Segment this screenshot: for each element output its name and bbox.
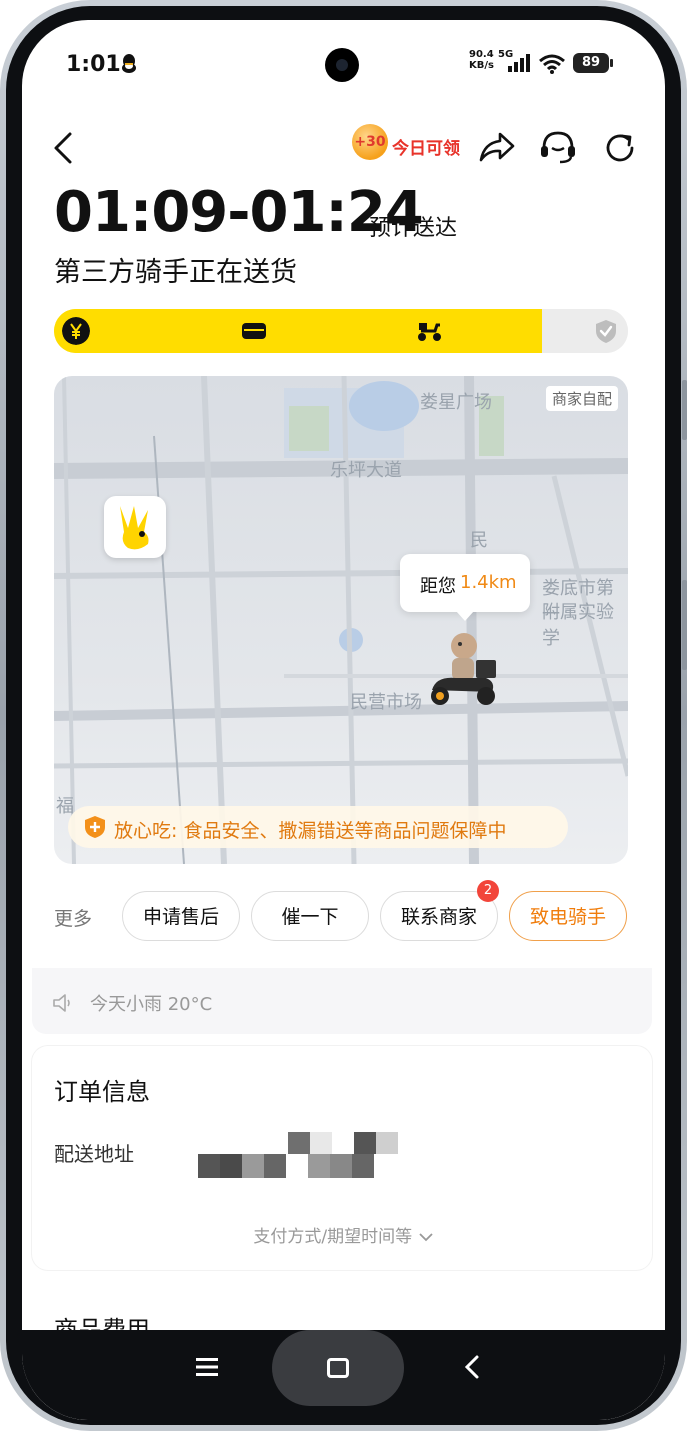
promo-coin-badge[interactable]: +30: [352, 124, 388, 160]
address-redacted: [198, 1132, 398, 1178]
back-button[interactable]: [50, 130, 80, 166]
yen-icon: [62, 317, 90, 345]
food-safety-text: 放心吃: 食品安全、撒漏错送等商品问题保障中: [114, 820, 507, 842]
chevron-down-icon: [418, 1233, 433, 1242]
shop-icon: [240, 317, 268, 345]
map-label-market: 民营市场: [350, 692, 422, 713]
signal-icon: [508, 54, 530, 72]
battery-indicator: 89: [573, 53, 613, 73]
step-delivering: [407, 309, 451, 353]
eta-label: 预计送达: [369, 216, 458, 241]
address-label: 配送地址: [54, 1142, 134, 1166]
more-label[interactable]: 更多: [54, 904, 92, 931]
payment-details-expand[interactable]: 支付方式/期望时间等: [22, 1222, 665, 1247]
rider-marker-icon[interactable]: [426, 626, 502, 712]
volume-button: [682, 380, 687, 440]
distance-bubble: 距您 1.4km: [400, 554, 530, 621]
promo-text[interactable]: 今日可领: [392, 134, 460, 159]
order-info-title: 订单信息: [54, 1078, 150, 1106]
delivery-map[interactable]: 商家自配 娄星广场 乐坪大道 民 娄底市第一 附属实验学 民营市场 福 距您 1…: [54, 376, 628, 864]
shield-plus-icon: [85, 816, 105, 838]
delivery-mode-tag: 商家自配: [545, 386, 618, 411]
distance-prefix: 距您: [420, 576, 456, 597]
wifi-icon: [539, 54, 565, 74]
step-delivered: [584, 309, 628, 353]
map-label-plaza: 娄星广场: [420, 392, 492, 413]
map-label-road: 乐坪大道: [330, 460, 402, 481]
shield-check-icon: [596, 320, 616, 343]
network-speed: 90.4 KB/s: [469, 49, 494, 71]
eta-time-range: 01:09-01:24: [54, 180, 424, 245]
nav-back-icon[interactable]: [462, 1354, 482, 1380]
progress-track: [54, 309, 628, 353]
merchant-pin[interactable]: [104, 496, 166, 558]
power-button: [682, 580, 687, 670]
front-camera: [325, 48, 359, 82]
customer-service-icon[interactable]: [538, 128, 578, 166]
message-count-badge: 2: [477, 880, 499, 902]
home-button[interactable]: [272, 1330, 404, 1406]
delivery-status: 第三方骑手正在送货: [54, 257, 297, 288]
status-time: 1:01: [66, 52, 121, 77]
step-merchant: [232, 309, 276, 353]
distance-value: 1.4km: [460, 572, 517, 593]
map-label-min: 民: [470, 530, 488, 551]
mascot-icon: [120, 506, 149, 550]
qq-icon: [122, 54, 136, 73]
screen: 1:01 90.4 KB/s 5G 89 +30 今日可领 01:09-01:2…: [22, 20, 665, 1420]
step-paid: [54, 309, 98, 353]
urge-button[interactable]: 催一下: [251, 891, 369, 941]
share-icon[interactable]: [478, 130, 516, 164]
refresh-icon[interactable]: [602, 130, 638, 166]
scooter-icon: [415, 317, 443, 345]
call-rider-button[interactable]: 致电骑手: [509, 891, 627, 941]
speaker-icon: [53, 994, 70, 1012]
recent-apps-icon[interactable]: [194, 1356, 220, 1378]
after-sales-button[interactable]: 申请售后: [122, 891, 240, 941]
home-icon: [327, 1358, 349, 1378]
weather-text: 今天小雨 20°C: [90, 994, 213, 1015]
progress-fill: [54, 309, 542, 353]
food-safety-banner[interactable]: 放心吃: 食品安全、撒漏错送等商品问题保障中: [68, 806, 568, 848]
map-label-school2: 附属实验学: [542, 602, 614, 649]
